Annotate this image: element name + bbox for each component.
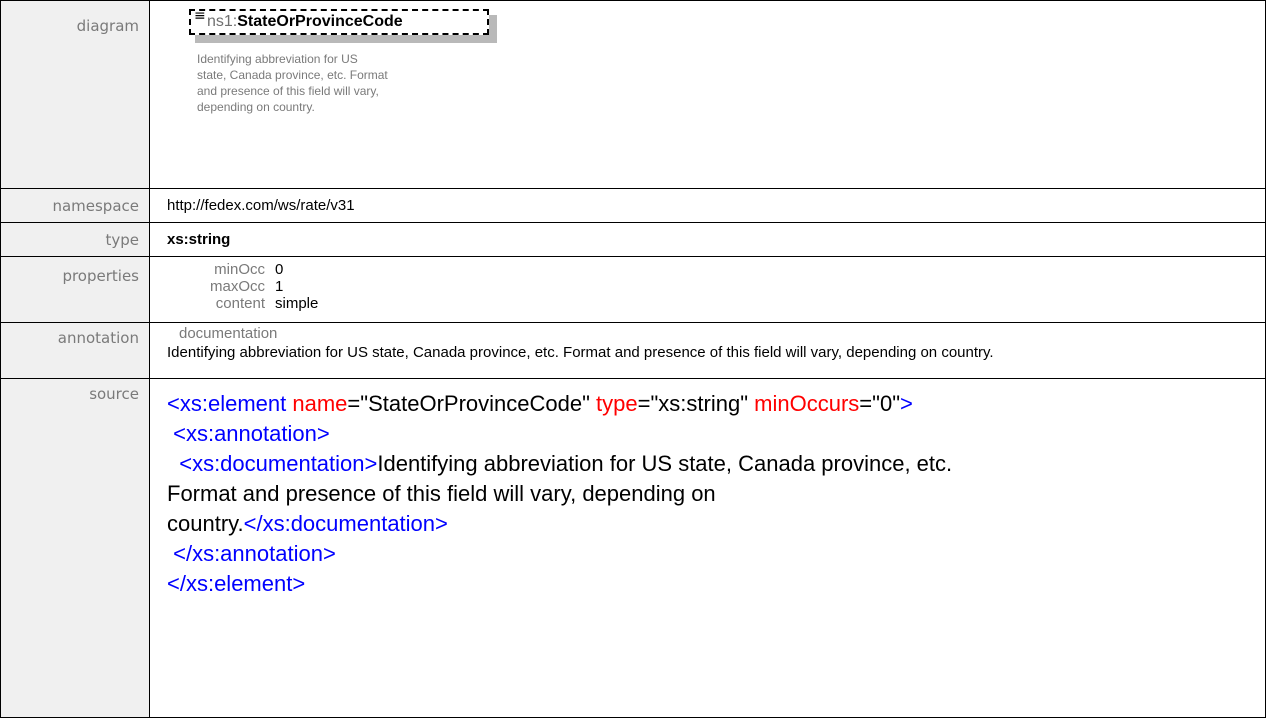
source-line: </xs:element> — [167, 571, 306, 596]
type-value[interactable]: xs:string — [167, 223, 1265, 248]
annotation-cell: documentation Identifying abbreviation f… — [149, 322, 1266, 379]
annotation-label: annotation — [57, 329, 139, 347]
element-diagram: ≡ ns1:StateOrProvinceCode Identifying ab… — [167, 1, 567, 181]
diagram-doc-line: state, Canada province, etc. Format — [197, 68, 388, 82]
source-attr-eq: =" — [637, 391, 659, 416]
properties-label: properties — [62, 267, 139, 285]
source-text: Identifying abbreviation for US state, C… — [377, 451, 953, 476]
source-line: <xs:annotation> — [167, 421, 330, 446]
source-attr-name: type — [596, 391, 638, 416]
source-line: Format and presence of this field will v… — [167, 481, 716, 506]
source-tag-bracket: < — [167, 391, 180, 416]
namespace-cell: http://fedex.com/ws/rate/v31 — [149, 188, 1266, 223]
element-namespace-prefix: ns1: — [207, 13, 238, 30]
source-attr-value: 0 — [879, 391, 893, 416]
type-cell: xs:string — [149, 222, 1266, 257]
source-row: source <xs:element name="StateOrProvince… — [0, 378, 1266, 718]
namespace-label-cell: namespace — [0, 188, 150, 223]
namespace-row: namespace http://fedex.com/ws/rate/v31 — [0, 188, 1266, 223]
source-attr-name: name — [292, 391, 348, 416]
property-value: 1 — [275, 278, 284, 295]
source-tag: <xs:documentation> — [167, 451, 378, 476]
source-label: source — [89, 385, 139, 403]
source-code: <xs:element name="StateOrProvinceCode" t… — [167, 379, 1265, 599]
element-local-name: StateOrProvinceCode — [237, 13, 403, 30]
property-key: maxOcc — [209, 278, 265, 295]
source-line: <xs:documentation>Identifying abbreviati… — [167, 449, 1265, 479]
element-name: ns1:StateOrProvinceCode — [207, 13, 403, 31]
source-attr-quote: " — [582, 391, 590, 416]
diagram-cell: ≡ ns1:StateOrProvinceCode Identifying ab… — [149, 0, 1266, 189]
source-cell: <xs:element name="StateOrProvinceCode" t… — [149, 378, 1266, 718]
element-box[interactable]: ≡ ns1:StateOrProvinceCode — [189, 9, 489, 35]
property-key: content — [215, 295, 265, 312]
diagram-documentation: Identifying abbreviation for US state, C… — [197, 51, 437, 115]
diagram-doc-line: Identifying abbreviation for US — [197, 52, 358, 66]
properties-row: properties minOcc 0 maxOcc 1 content sim… — [0, 256, 1266, 323]
source-attr-quote: " — [740, 391, 749, 416]
type-label-cell: type — [0, 222, 150, 257]
source-attr-value: StateOrProvinceCode — [368, 391, 583, 416]
annotation-documentation-text: Identifying abbreviation for US state, C… — [167, 344, 994, 361]
source-attr-quote: " — [892, 391, 901, 416]
property-value: simple — [275, 295, 319, 312]
annotation-row: annotation documentation Identifying abb… — [0, 322, 1266, 379]
source-tag-bracket: > — [900, 391, 913, 416]
source-attr-name: minOccurs — [754, 391, 860, 416]
property-value: 0 — [275, 261, 284, 278]
diagram-row: diagram ≡ ns1:StateOrProvinceCode Identi… — [0, 0, 1266, 189]
list-icon: ≡ — [194, 8, 206, 24]
property-key: minOcc — [214, 261, 265, 278]
properties-label-cell: properties — [0, 256, 150, 323]
namespace-label: namespace — [52, 197, 139, 215]
diagram-doc-line: depending on country. — [197, 100, 315, 114]
properties-list: minOcc 0 maxOcc 1 content simple — [150, 257, 1265, 312]
source-attr-eq: =" — [859, 391, 880, 416]
source-line: </xs:annotation> — [167, 541, 336, 566]
source-tag: </xs:documentation> — [243, 511, 448, 536]
source-tag-name: xs:element — [179, 391, 287, 416]
annotation-documentation-heading: documentation — [179, 325, 278, 342]
properties-cell: minOcc 0 maxOcc 1 content simple — [149, 256, 1266, 323]
source-attr-eq: =" — [347, 391, 369, 416]
source-line: <xs:element name="StateOrProvinceCode" t… — [167, 389, 1265, 419]
diagram-label: diagram — [76, 17, 139, 35]
source-text: country. — [167, 511, 244, 536]
diagram-doc-line: and presence of this field will vary, — [197, 84, 379, 98]
source-attr-value: xs:string — [658, 391, 741, 416]
source-line: country.</xs:documentation> — [167, 509, 1265, 539]
diagram-label-cell: diagram — [0, 0, 150, 189]
namespace-value: http://fedex.com/ws/rate/v31 — [167, 197, 355, 214]
source-label-cell: source — [0, 378, 150, 718]
annotation-label-cell: annotation — [0, 322, 150, 379]
element-documentation-table: diagram ≡ ns1:StateOrProvinceCode Identi… — [0, 0, 1266, 718]
type-row: type xs:string — [0, 222, 1266, 257]
type-label: type — [105, 231, 139, 249]
